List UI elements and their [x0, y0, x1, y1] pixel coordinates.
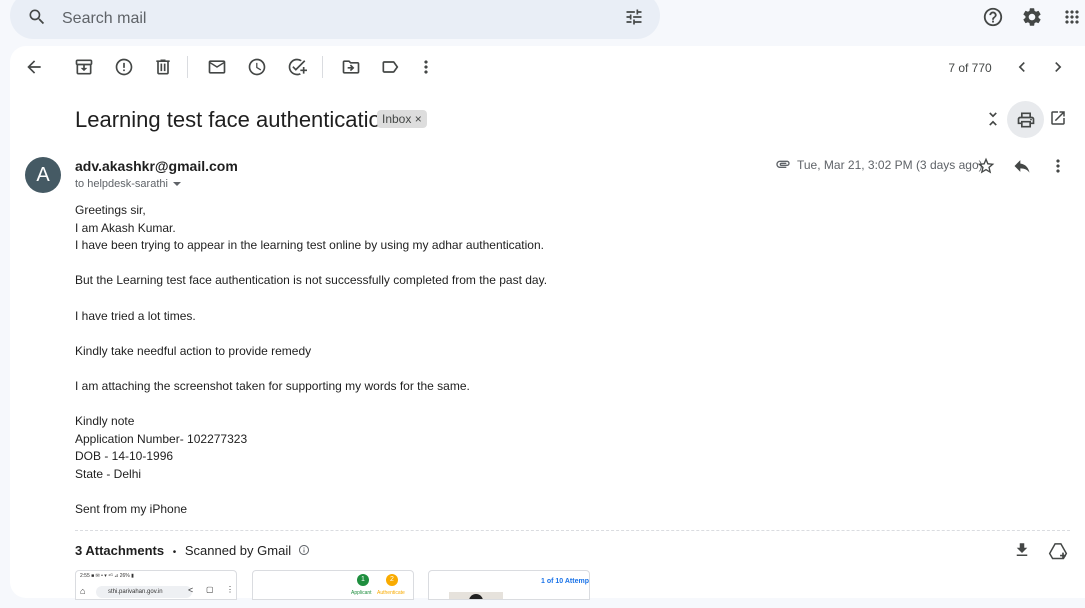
scan-note: Scanned by Gmail: [184, 543, 292, 558]
print-icon[interactable]: [1016, 110, 1036, 130]
email-body: Greetings sir, I am Akash Kumar. I have …: [75, 202, 975, 519]
body-blank-line: [75, 290, 975, 308]
move-to-icon[interactable]: [341, 57, 361, 77]
body-line: But the Learning test face authenticatio…: [75, 273, 548, 288]
sender-address[interactable]: adv.akashkr@gmail.com: [75, 158, 238, 174]
reply-icon[interactable]: [1012, 156, 1032, 176]
pager-count: 7 of 770: [948, 61, 992, 75]
more-vert-icon: ⋮: [226, 585, 234, 594]
snooze-icon[interactable]: [247, 57, 267, 77]
body-line: I am Akash Kumar.: [75, 220, 176, 235]
step-two-label: Authenticate: [377, 590, 405, 596]
step-two-badge: 2: [386, 574, 398, 586]
email-subject: Learning test face authentication: [75, 107, 394, 132]
attachment-thumbnail[interactable]: 1 2 Applicant Authenticate: [252, 570, 414, 600]
more-vert-icon[interactable]: [416, 57, 436, 77]
add-to-drive-icon[interactable]: [1048, 541, 1068, 561]
help-icon[interactable]: [982, 6, 1004, 28]
toolbar-separator: [322, 56, 323, 78]
inbox-label-chip[interactable]: Inbox ×: [377, 110, 427, 128]
body-line: I have tried a lot times.: [75, 308, 196, 323]
body-blank-line: [75, 255, 975, 273]
info-icon[interactable]: [298, 544, 310, 556]
body-blank-line: [75, 484, 975, 502]
apps-icon[interactable]: [1062, 7, 1082, 27]
toolbar-separator: [187, 56, 188, 78]
thumb-status-bar: 2:55 ■ ✉ • ▾ ⁴ᴳ ⊿ 26% ▮: [80, 573, 134, 579]
search-bar[interactable]: [10, 0, 660, 39]
attachments-count: 3 Attachments: [75, 543, 165, 558]
home-icon: ⌂: [80, 586, 86, 596]
delete-icon[interactable]: [153, 57, 173, 77]
chevron-right-icon[interactable]: [1048, 57, 1068, 77]
caret-down-icon[interactable]: [172, 182, 181, 187]
recipient-text: to helpdesk-sarathi: [75, 178, 168, 190]
step-one-label: Applicant: [351, 590, 372, 596]
remove-label-button[interactable]: ×: [415, 112, 422, 126]
chevron-left-icon[interactable]: [1012, 57, 1032, 77]
star-icon[interactable]: [976, 156, 996, 176]
body-blank-line: [75, 325, 975, 343]
more-vert-icon[interactable]: [1048, 156, 1068, 176]
gear-icon[interactable]: [1021, 6, 1043, 28]
add-task-icon[interactable]: [287, 57, 307, 77]
open-new-window-icon[interactable]: [1049, 109, 1067, 127]
label-icon[interactable]: [380, 57, 400, 77]
attachment-thumbnail[interactable]: 2:55 ■ ✉ • ▾ ⁴ᴳ ⊿ 26% ▮ ⌂ sthi.parivahan…: [75, 570, 237, 600]
step-one-badge: 1: [357, 574, 369, 586]
attachments-header: 3 Attachments • Scanned by Gmail: [75, 543, 310, 558]
back-arrow-icon[interactable]: [24, 57, 44, 77]
download-icon[interactable]: [1013, 541, 1031, 559]
thumb-url: sthi.parivahan.gov.in: [96, 586, 192, 598]
separator-dot: •: [172, 547, 177, 558]
attempt-count-text: 1 of 10 Attemp: [541, 578, 589, 585]
body-line: State - Delhi: [75, 466, 142, 481]
share-icon: <: [188, 585, 194, 595]
body-line: Application Number- 102277323: [75, 431, 248, 446]
body-blank-line: [75, 396, 975, 414]
body-line: I am attaching the screenshot taken for …: [75, 378, 470, 393]
attachment-thumbnail[interactable]: 1 of 10 Attemp: [428, 570, 590, 600]
label-text: Inbox: [382, 112, 412, 126]
collapse-icon[interactable]: [983, 108, 1003, 130]
attachments-divider: [75, 530, 1070, 531]
mark-unread-icon[interactable]: [207, 57, 227, 77]
body-line: DOB - 14-10-1996: [75, 449, 174, 464]
avatar[interactable]: A: [25, 157, 61, 193]
filter-icon[interactable]: [624, 7, 644, 27]
body-blank-line: [75, 360, 975, 378]
email-date: Tue, Mar 21, 3:02 PM (3 days ago): [797, 158, 983, 172]
paperclip-icon: [776, 160, 790, 168]
body-line: Kindly take needful action to provide re…: [75, 343, 312, 358]
body-line: Kindly note: [75, 414, 135, 429]
tabs-icon: ▢: [206, 585, 214, 594]
archive-icon[interactable]: [74, 57, 94, 77]
report-spam-icon[interactable]: [114, 57, 134, 77]
recipient-line[interactable]: to helpdesk-sarathi: [75, 178, 181, 190]
face-photo: [449, 592, 503, 599]
body-line: I have been trying to appear in the lear…: [75, 238, 544, 253]
body-line: Sent from my iPhone: [75, 502, 188, 517]
body-line: Greetings sir,: [75, 203, 146, 217]
search-input[interactable]: [62, 9, 582, 29]
search-icon[interactable]: [27, 7, 47, 27]
